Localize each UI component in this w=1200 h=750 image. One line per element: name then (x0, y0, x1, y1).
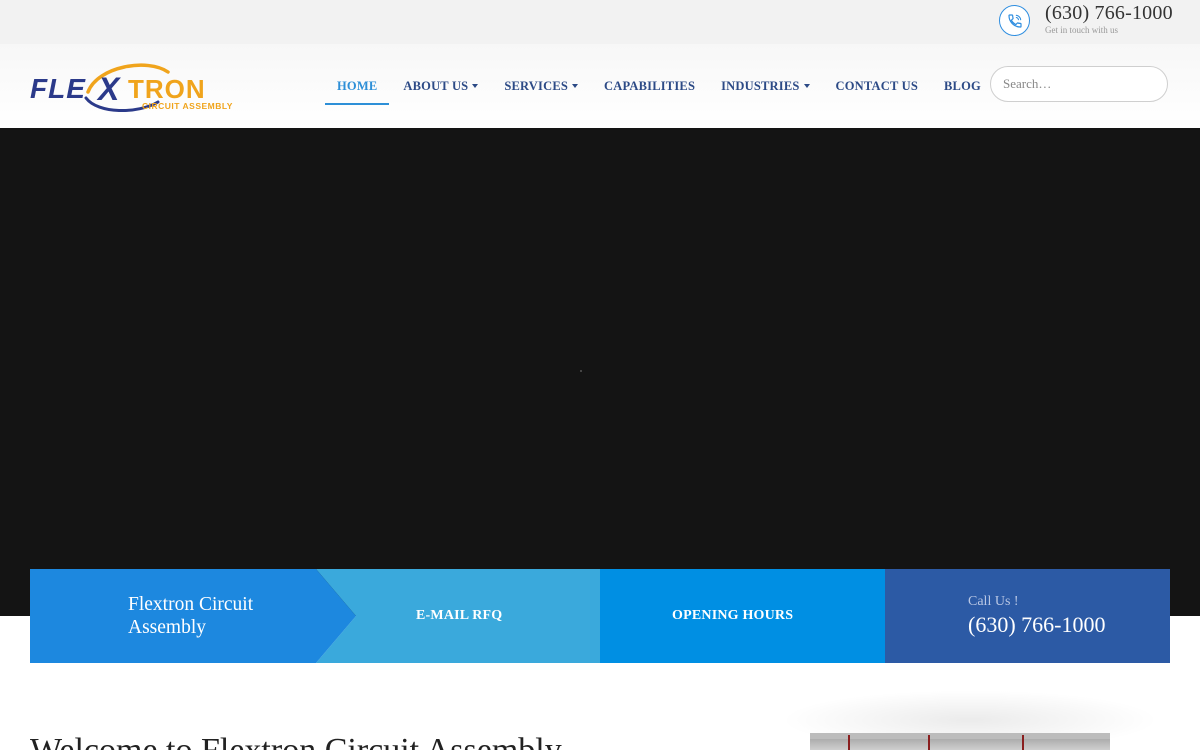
svg-text:X: X (96, 71, 121, 107)
nav-about-us[interactable]: ABOUT US (403, 78, 479, 94)
svg-text:TRON: TRON (128, 74, 206, 104)
email-rfq-box[interactable]: E-MAIL RFQ (316, 569, 600, 663)
flextron-logo[interactable]: FLE X TRON CIRCUIT ASSEMBLY (28, 58, 234, 116)
facility-post (928, 735, 930, 750)
caret-down-icon (572, 84, 579, 88)
header: FLE X TRON CIRCUIT ASSEMBLY HOME ABOUT U… (0, 44, 1200, 128)
call-us-number[interactable]: (630) 766-1000 (968, 612, 1105, 638)
call-us-label: Call Us ! (968, 594, 1019, 609)
nav-capabilities[interactable]: CAPABILITIES (604, 78, 695, 94)
company-name-box: Flextron Circuit Assembly (30, 569, 356, 663)
nav-blog[interactable]: BLOG (944, 78, 981, 94)
nav-services[interactable]: SERVICES (504, 78, 579, 94)
top-phone-subtitle: Get in touch with us (1045, 25, 1118, 35)
facility-image (810, 733, 1110, 750)
nav-capabilities-label: CAPABILITIES (604, 78, 696, 93)
nav-services-label: SERVICES (504, 78, 569, 93)
caret-down-icon (803, 84, 810, 88)
call-us-box[interactable]: Call Us ! (630) 766-1000 (885, 569, 1170, 663)
hero-slider (0, 128, 1200, 616)
phone-icon-glyph (1007, 13, 1022, 28)
search-input[interactable] (990, 66, 1168, 102)
nav-about-us-label: ABOUT US (403, 78, 469, 93)
nav-contact-us-label: CONTACT US (835, 78, 918, 93)
main-nav: HOME ABOUT US SERVICES CAPABILITIES INDU… (325, 78, 1007, 105)
nav-home-label: HOME (337, 78, 378, 93)
nav-blog-label: BLOG (944, 78, 981, 93)
email-rfq-label: E-MAIL RFQ (416, 608, 503, 623)
facility-post (848, 735, 850, 750)
opening-hours-box[interactable]: OPENING HOURS (600, 569, 885, 663)
nav-industries-label: INDUSTRIES (721, 78, 800, 93)
facility-post (1022, 735, 1024, 750)
company-name: Flextron Circuit Assembly (128, 594, 254, 638)
nav-home[interactable]: HOME (325, 78, 390, 105)
phone-icon[interactable] (999, 5, 1030, 36)
nav-industries[interactable]: INDUSTRIES (721, 78, 810, 94)
caret-down-icon (472, 84, 479, 88)
welcome-heading: Welcome to Flextron Circuit Assembly (30, 732, 562, 750)
facility-ceiling (810, 733, 1110, 739)
top-bar: (630) 766-1000 Get in touch with us (0, 0, 1200, 44)
top-phone-number[interactable]: (630) 766-1000 (1045, 2, 1173, 25)
loading-indicator (580, 370, 582, 372)
svg-text:CIRCUIT ASSEMBLY: CIRCUIT ASSEMBLY (142, 101, 233, 111)
nav-contact-us[interactable]: CONTACT US (836, 78, 918, 94)
svg-text:FLE: FLE (30, 73, 86, 104)
opening-hours-label: OPENING HOURS (672, 608, 794, 623)
